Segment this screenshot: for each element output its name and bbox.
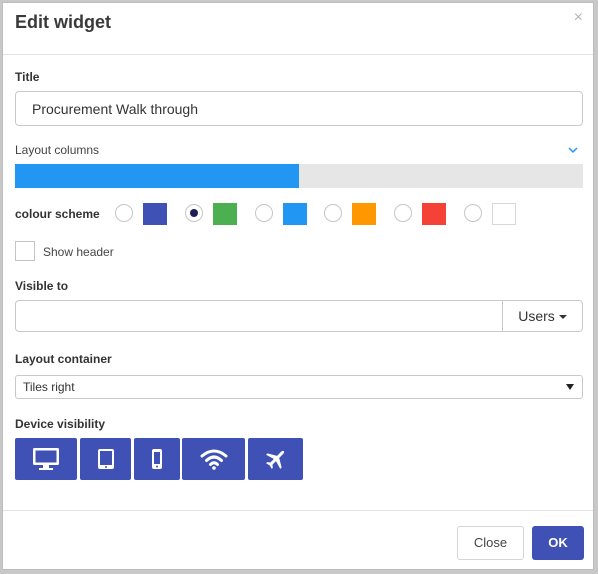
colour-radio[interactable]	[324, 204, 342, 222]
dialog-title: Edit widget	[15, 12, 111, 32]
colour-swatch	[352, 203, 376, 225]
device-airplane-button[interactable]	[248, 438, 303, 480]
dropdown-arrow-icon	[566, 384, 574, 390]
device-wifi-button[interactable]	[182, 438, 245, 480]
mobile-icon	[152, 449, 162, 469]
dialog-footer-divider	[3, 510, 593, 511]
layout-columns-fill	[15, 164, 299, 188]
radio-selected-dot	[190, 209, 198, 217]
colour-swatch	[422, 203, 446, 225]
layout-columns-label: Layout columns	[15, 143, 100, 157]
device-tablet-button[interactable]	[80, 438, 131, 480]
title-label: Title	[15, 70, 40, 84]
title-input[interactable]	[15, 91, 583, 126]
layout-container-label: Layout container	[15, 352, 112, 366]
colour-radio[interactable]	[464, 204, 482, 222]
colour-radio[interactable]	[185, 204, 203, 222]
wifi-icon	[200, 449, 227, 470]
desktop-icon	[33, 448, 59, 470]
layout-container-select[interactable]: Tiles right	[15, 375, 583, 399]
layout-container-value: Tiles right	[23, 380, 75, 394]
users-dropdown-button[interactable]: Users	[502, 300, 583, 332]
edit-widget-dialog: Edit widget × Title Layout columns colou…	[2, 2, 594, 570]
caret-down-icon	[558, 315, 567, 320]
close-icon[interactable]: ×	[574, 9, 583, 27]
ok-button[interactable]: OK	[532, 526, 584, 560]
colour-swatch	[283, 203, 307, 225]
colour-scheme-label: colour scheme	[15, 207, 100, 221]
visible-to-label: Visible to	[15, 279, 69, 293]
tablet-icon	[97, 449, 114, 469]
visible-to-input[interactable]	[15, 300, 503, 332]
chevron-down-icon[interactable]	[566, 143, 580, 157]
dialog-header: Edit widget ×	[3, 3, 593, 55]
device-mobile-button[interactable]	[134, 438, 180, 480]
colour-swatch	[143, 203, 167, 225]
show-header-label: Show header	[43, 245, 114, 259]
colour-radio[interactable]	[394, 204, 412, 222]
device-visibility-label: Device visibility	[15, 417, 106, 431]
colour-radio[interactable]	[115, 204, 133, 222]
colour-swatch	[492, 203, 516, 225]
layout-columns-slider[interactable]	[15, 164, 583, 188]
device-desktop-button[interactable]	[15, 438, 77, 480]
colour-radio[interactable]	[255, 204, 273, 222]
airplane-icon	[265, 450, 284, 469]
users-dropdown-label: Users	[518, 308, 555, 324]
colour-swatch	[213, 203, 237, 225]
show-header-checkbox[interactable]	[15, 241, 35, 261]
close-button[interactable]: Close	[457, 526, 524, 560]
